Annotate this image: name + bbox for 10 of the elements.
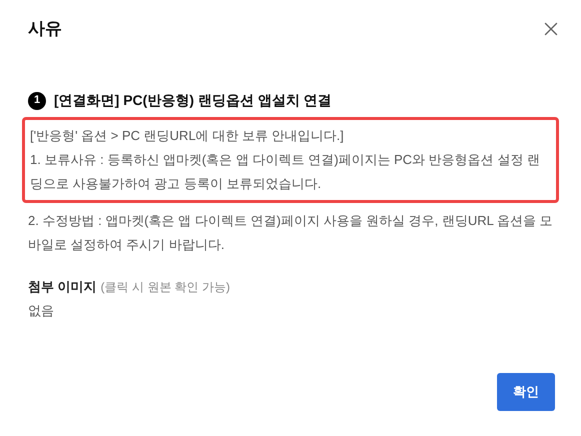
reason-text: ['반응형' 옵션 > PC 랜딩URL에 대한 보류 안내입니다.] xyxy=(30,127,345,145)
section-heading: [연결화면] PC(반응형) 랜딩옵션 앱설치 연결 xyxy=(54,91,332,110)
step-number: 1 xyxy=(28,92,46,110)
attachment-hint: (클릭 시 원본 확인 가능) xyxy=(100,279,230,296)
dialog-title: 사유 xyxy=(28,18,62,40)
fix-text: 2. 수정방법 : 앱마켓(혹은 앱 다이렉트 연결)페이지 사용을 원하실 경우, 랜딩URL 옵션을 모바일로 설정하여 주시기 바랍니다. xyxy=(27,212,554,254)
confirm-button[interactable]: 확인 xyxy=(497,373,555,411)
attachment-value: 없음 xyxy=(27,302,55,320)
attachment-label: 첨부 이미지 xyxy=(28,278,97,296)
reason-text: 1. 보류사유 : 등록하신 앱마켓(혹은 앱 다이렉트 연결)페이지는 PC와 반응형옵션 설정 랜딩으로 사용불가하여 광고 등록이 보류되었습니다. xyxy=(30,151,541,193)
